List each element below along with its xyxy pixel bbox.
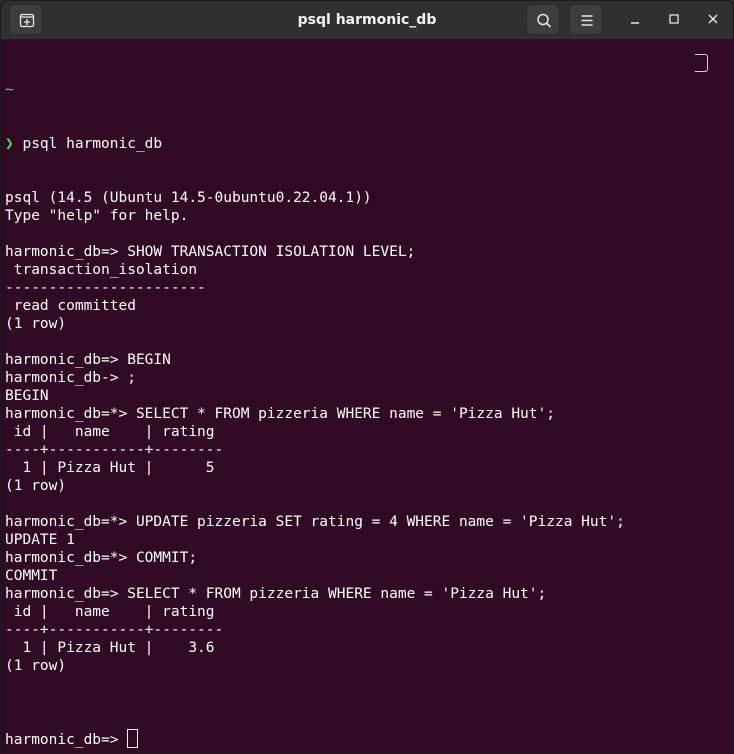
output-line: harmonic_db=> SHOW TRANSACTION ISOLATION… [5,244,416,260]
final-prompt: harmonic_db=> [5,732,128,748]
output-line: 1 | Pizza Hut | 3.6 [5,640,215,656]
output-line: harmonic_db=*> SELECT * FROM pizzeria WH… [5,406,555,422]
shell-command: psql harmonic_db [22,136,163,152]
output-line: harmonic_db=> SELECT * FROM pizzeria WHE… [5,586,547,602]
close-button[interactable] [701,7,725,31]
output-line: ----+-----------+-------- [5,442,224,458]
output-line: harmonic_db=> BEGIN [5,352,171,368]
output-line: (1 row) [5,658,67,674]
terminal-output[interactable]: ~ ❯ psql harmonic_db psql (14.5 (Ubuntu … [5,45,695,748]
new-tab-button[interactable] [9,4,43,35]
output-line: Type "help" for help. [5,208,189,224]
cwd-tilde: ~ [5,82,14,98]
prompt-chevron: ❯ [5,136,14,152]
output-line: harmonic_db-> ; [5,370,136,386]
maximize-button[interactable] [662,7,686,31]
hamburger-menu-icon [581,15,593,26]
cwd-line: ~ [5,81,695,99]
output-line: ----------------------- [5,280,206,296]
output-line: psql (14.5 (Ubuntu 14.5-0ubuntu0.22.04.1… [5,190,372,206]
output-line: id | name | rating [5,424,215,440]
minimize-button[interactable] [623,7,647,31]
output-lines: psql (14.5 (Ubuntu 14.5-0ubuntu0.22.04.1… [5,189,695,693]
output-line: read committed [5,298,136,314]
terminal-window: psql harmonic_db ~ ❯ psql harmonic_db ps… [0,0,734,754]
maximize-icon [669,14,679,24]
output-line: ----+-----------+-------- [5,622,224,638]
output-line: (1 row) [5,478,67,494]
new-tab-icon [19,13,35,28]
output-line: harmonic_db=*> UPDATE pizzeria SET ratin… [5,514,625,530]
output-line: id | name | rating [5,604,215,620]
output-line: COMMIT [5,568,58,584]
output-line: harmonic_db=*> COMMIT; [5,550,198,566]
output-line: UPDATE 1 [5,532,75,548]
final-prompt-line: harmonic_db=> [5,729,695,748]
command-line: ❯ psql harmonic_db [5,135,695,153]
output-line: transaction_isolation [5,262,198,278]
menu-button[interactable] [569,4,603,35]
text-cursor [127,729,139,748]
output-line: 1 | Pizza Hut | 5 [5,460,215,476]
output-line: (1 row) [5,316,67,332]
close-icon [708,14,718,24]
search-icon [537,13,551,28]
minimize-icon [631,22,639,24]
search-button[interactable] [526,4,560,35]
title-bar: psql harmonic_db [1,1,733,40]
scroll-indicator [695,54,708,72]
output-line: BEGIN [5,388,49,404]
